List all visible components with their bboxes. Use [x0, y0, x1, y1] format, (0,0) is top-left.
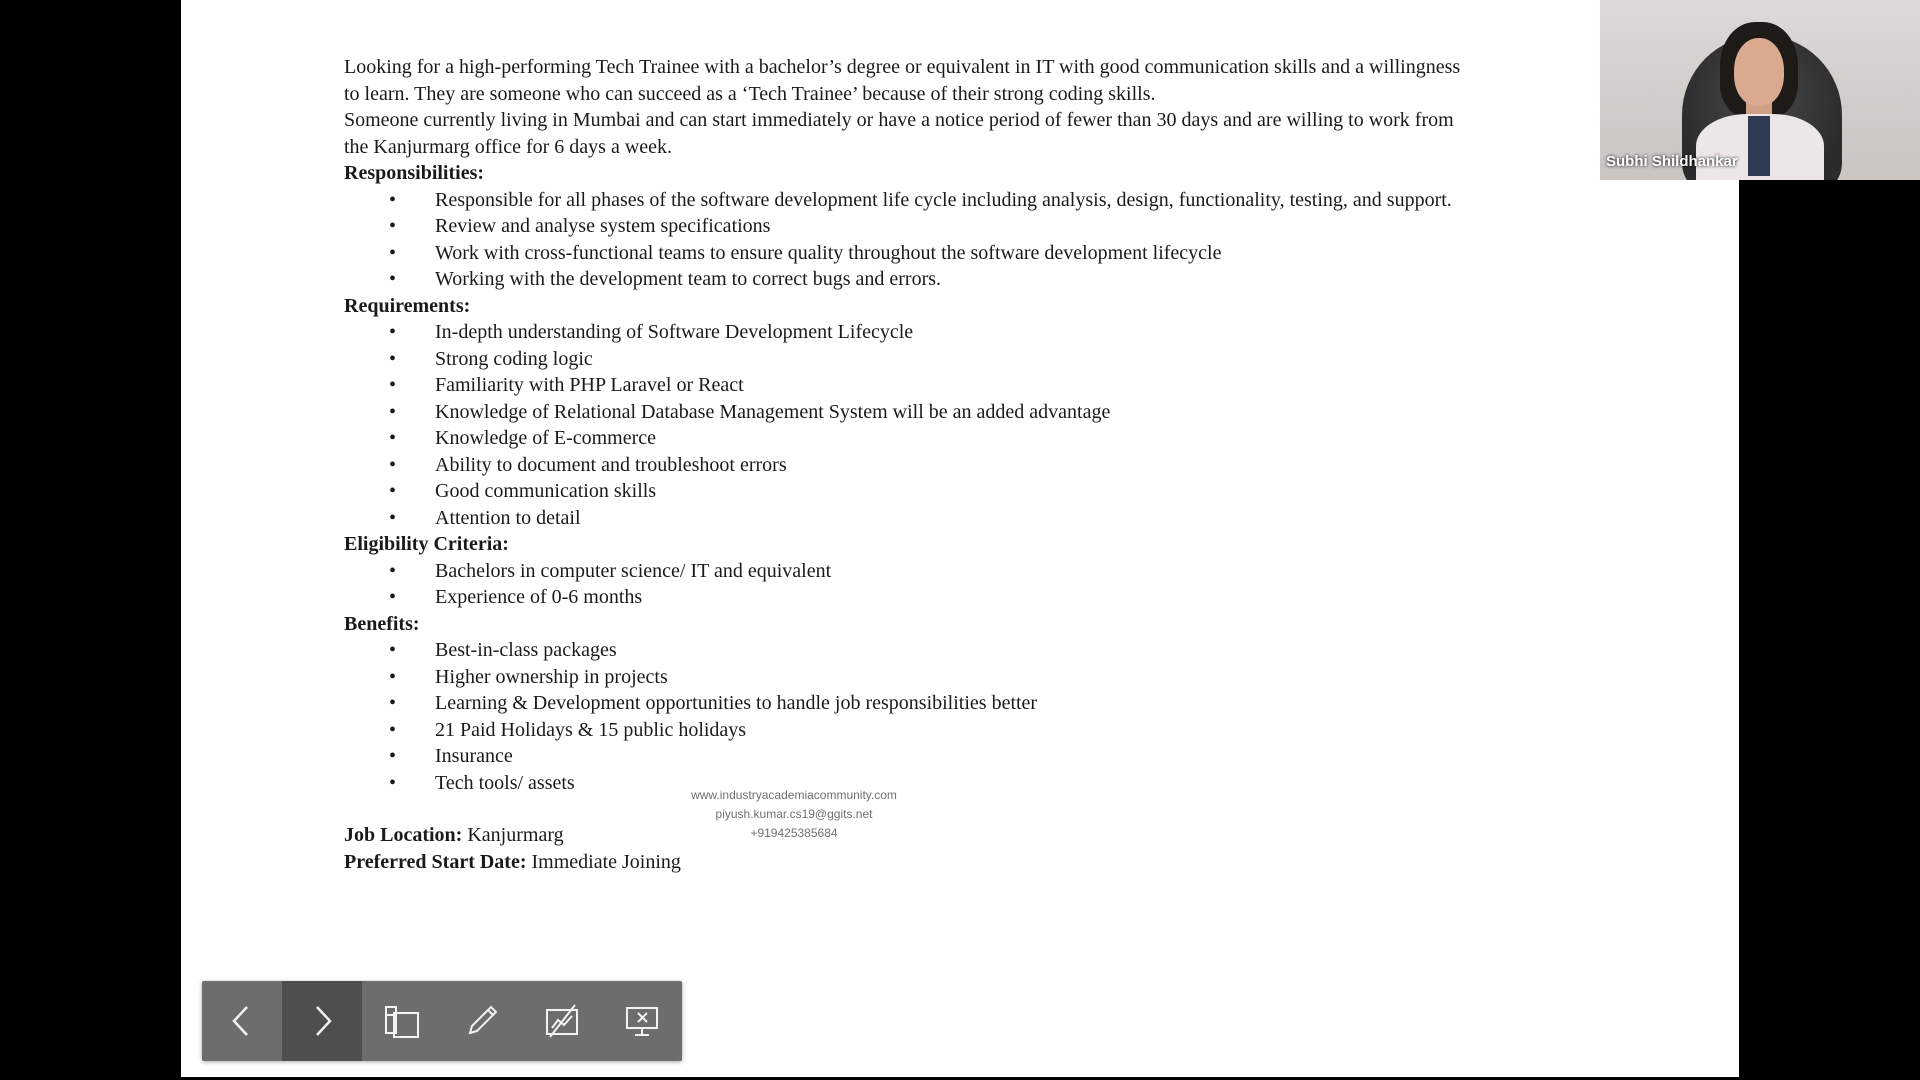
list-item: Attention to detail [344, 505, 1684, 532]
list-item: Review and analyse system specifications [344, 213, 1684, 240]
requirements-list: In-depth understanding of Software Devel… [344, 319, 1684, 531]
end-slideshow-icon [626, 1007, 658, 1036]
list-item: Strong coding logic [344, 346, 1684, 373]
see-all-slides-button[interactable] [362, 981, 442, 1061]
list-item: Working with the development team to cor… [344, 266, 1684, 293]
next-slide-button[interactable] [282, 981, 362, 1061]
list-item: Insurance [344, 743, 1684, 770]
hide-annotations-button[interactable] [522, 981, 602, 1061]
responsibilities-list: Responsible for all phases of the softwa… [344, 187, 1684, 293]
list-item: Work with cross-functional teams to ensu… [344, 240, 1684, 267]
intro-line: to learn. They are someone who can succe… [344, 82, 1156, 105]
watermark-site: www.industryacademiacommunity.com [691, 788, 897, 802]
benefits-list: Best-in-class packages Higher ownership … [344, 637, 1684, 796]
job-description-document: Looking for a high-performing Tech Train… [344, 54, 1684, 875]
list-item: Ability to document and troubleshoot err… [344, 452, 1684, 479]
watermark: www.industryacademiacommunity.com piyush… [684, 786, 904, 843]
list-item: Best-in-class packages [344, 637, 1684, 664]
intro-line: Looking for a high-performing Tech Train… [344, 56, 1461, 78]
list-item: Knowledge of E-commerce [344, 425, 1684, 452]
watermark-phone: +919425385684 [750, 826, 838, 840]
shared-slide: Looking for a high-performing Tech Train… [181, 0, 1739, 1077]
watermark-email: piyush.kumar.cs19@ggits.net [715, 807, 873, 821]
requirements-heading: Requirements: [344, 294, 471, 317]
previous-slide-button[interactable] [202, 981, 282, 1061]
hide-annotations-icon [546, 1004, 578, 1038]
intro-line: Someone currently living in Mumbai and c… [344, 109, 1454, 131]
pen-tool-button[interactable] [442, 981, 522, 1061]
benefits-heading: Benefits: [344, 612, 420, 635]
start-date-label: Preferred Start Date: [344, 850, 527, 873]
list-item: In-depth understanding of Software Devel… [344, 319, 1684, 346]
slideshow-toolbar [202, 981, 682, 1061]
list-item: Experience of 0-6 months [344, 584, 1684, 611]
eligibility-list: Bachelors in computer science/ IT and eq… [344, 558, 1684, 611]
start-date-value: Immediate Joining [531, 850, 681, 873]
participant-name: Subhi Shildhankar [1606, 153, 1738, 170]
participant-video[interactable]: Subhi Shildhankar [1600, 0, 1920, 180]
job-location-value: Kanjurmarg [467, 824, 564, 846]
list-item: Good communication skills [344, 478, 1684, 505]
list-item: 21 Paid Holidays & 15 public holidays [344, 717, 1684, 744]
list-item: Bachelors in computer science/ IT and eq… [344, 558, 1684, 585]
list-item: Higher ownership in projects [344, 664, 1684, 691]
job-location: Job Location: Kanjurmarg [344, 822, 1684, 849]
end-slideshow-button[interactable] [602, 981, 682, 1061]
preferred-start-date: Preferred Start Date: Immediate Joining [344, 849, 1684, 876]
list-item: Knowledge of Relational Database Managem… [344, 399, 1684, 426]
list-item: Familiarity with PHP Laravel or React [344, 372, 1684, 399]
list-item: Learning & Development opportunities to … [344, 690, 1684, 717]
slides-icon [385, 1006, 419, 1038]
eligibility-heading: Eligibility Criteria: [344, 533, 509, 555]
pen-icon [468, 1005, 498, 1035]
job-location-label: Job Location: [344, 824, 463, 846]
person-face [1734, 38, 1784, 106]
list-item: Tech tools/ assets [344, 770, 1684, 797]
chevron-left-icon [232, 1006, 248, 1036]
list-item: Responsible for all phases of the softwa… [344, 187, 1684, 214]
responsibilities-heading: Responsibilities: [344, 162, 485, 184]
intro-line: the Kanjurmarg office for 6 days a week. [344, 135, 673, 158]
person-scarf [1748, 116, 1770, 176]
chevron-right-icon [316, 1006, 332, 1036]
